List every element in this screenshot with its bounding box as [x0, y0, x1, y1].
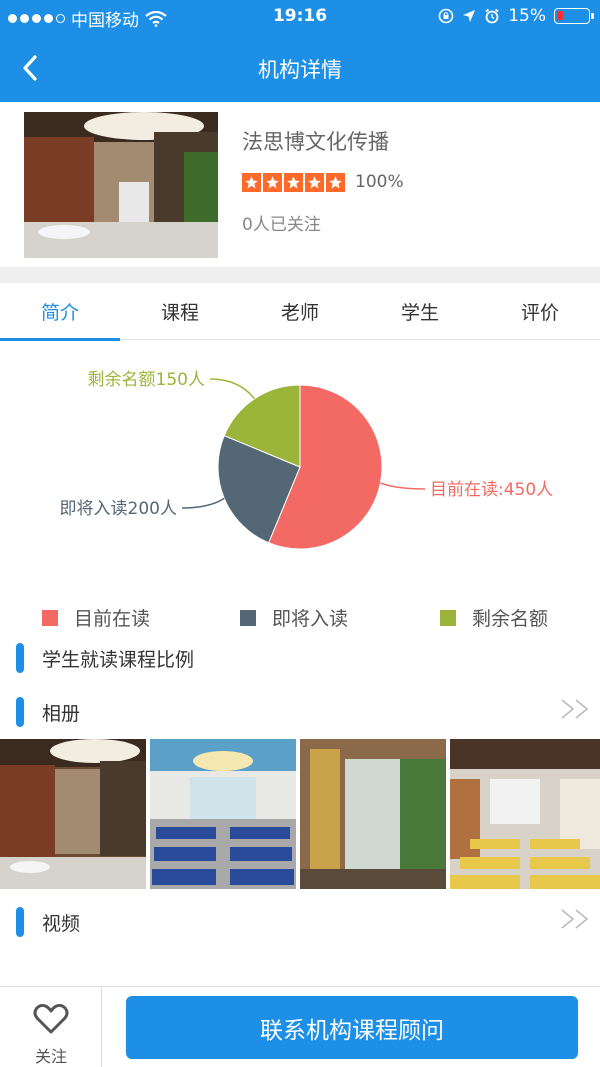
album-gallery [0, 739, 600, 889]
tab-students[interactable]: 学生 [360, 283, 480, 340]
legend-item: 即将入读 [240, 604, 348, 631]
legend-label: 目前在读 [74, 608, 151, 630]
legend-swatch [440, 609, 456, 626]
status-right: 15% [438, 6, 594, 26]
rating-stars: 100% [242, 172, 404, 192]
album-photo[interactable] [150, 739, 296, 889]
star-icon [242, 172, 261, 192]
location-icon [463, 10, 476, 22]
double-chevron-right-icon[interactable] [560, 907, 592, 931]
follow-button[interactable]: 关注 [0, 987, 102, 1067]
follow-label: 关注 [34, 1047, 67, 1066]
rating-percent: 100% [355, 172, 404, 192]
legend-swatch [240, 609, 256, 626]
section-title: 学生就读课程比例 [42, 649, 195, 671]
double-chevron-right-icon[interactable] [560, 697, 592, 721]
section-course-ratio: 学生就读课程比例 [0, 637, 600, 677]
section-video[interactable]: 视频 [0, 901, 600, 941]
heart-icon [33, 1003, 69, 1034]
album-photo[interactable] [450, 739, 600, 889]
section-title: 视频 [42, 913, 81, 935]
org-card: 法思博文化传播 100% 0人已关注 [0, 102, 600, 267]
pie-label: 剩余名额150人 [88, 370, 205, 390]
contact-advisor-button[interactable]: 联系机构课程顾问 [126, 996, 578, 1059]
battery-icon [554, 8, 594, 24]
legend-item: 目前在读 [42, 604, 150, 631]
alarm-icon [485, 8, 499, 24]
enrollment-pie-chart: 目前在读:450人即将入读200人 剩余名额150人 [60, 370, 553, 550]
section-album[interactable]: 相册 [0, 691, 600, 731]
album-photo[interactable] [0, 739, 146, 889]
tab-teachers[interactable]: 老师 [240, 283, 360, 340]
page-title: 机构详情 [258, 58, 342, 82]
battery-percent: 15% [508, 6, 546, 26]
pie-label: 目前在读:450人 [430, 480, 553, 500]
status-bar: 中国移动 19:16 15% [0, 0, 600, 34]
legend-item: 剩余名额 [440, 604, 548, 631]
tab-intro[interactable]: 简介 [0, 283, 120, 341]
pie-leader-line [181, 497, 225, 509]
org-photo[interactable] [24, 112, 218, 258]
star-icon [284, 172, 303, 192]
star-icon [326, 172, 345, 192]
star-icon [263, 172, 282, 192]
section-marker [16, 697, 24, 727]
chart-legend: 目前在读 即将入读 剩余名额 [0, 600, 600, 632]
tab-courses[interactable]: 课程 [120, 283, 240, 340]
divider [0, 267, 600, 283]
pie-label: 即将入读200人 [60, 499, 177, 519]
tab-bar: 简介 课程 老师 学生 评价 [0, 283, 600, 341]
org-name: 法思博文化传播 [242, 130, 389, 154]
pie-leader-line [209, 378, 255, 400]
star-icon [305, 172, 324, 192]
section-marker [16, 643, 24, 673]
legend-label: 剩余名额 [472, 608, 549, 630]
rotation-lock-icon [438, 8, 454, 24]
legend-swatch [42, 609, 58, 626]
pie-leader-line [380, 482, 426, 490]
tab-reviews[interactable]: 评价 [480, 283, 600, 340]
album-photo[interactable] [300, 739, 446, 889]
legend-label: 即将入读 [272, 608, 349, 630]
section-title: 相册 [42, 703, 81, 725]
footer-bar: 关注 联系机构课程顾问 [0, 986, 600, 1067]
header: 中国移动 19:16 15% 机构详情 [0, 0, 600, 102]
follower-count: 0人已关注 [242, 215, 321, 235]
section-marker [16, 907, 24, 937]
navbar: 机构详情 [0, 34, 600, 102]
